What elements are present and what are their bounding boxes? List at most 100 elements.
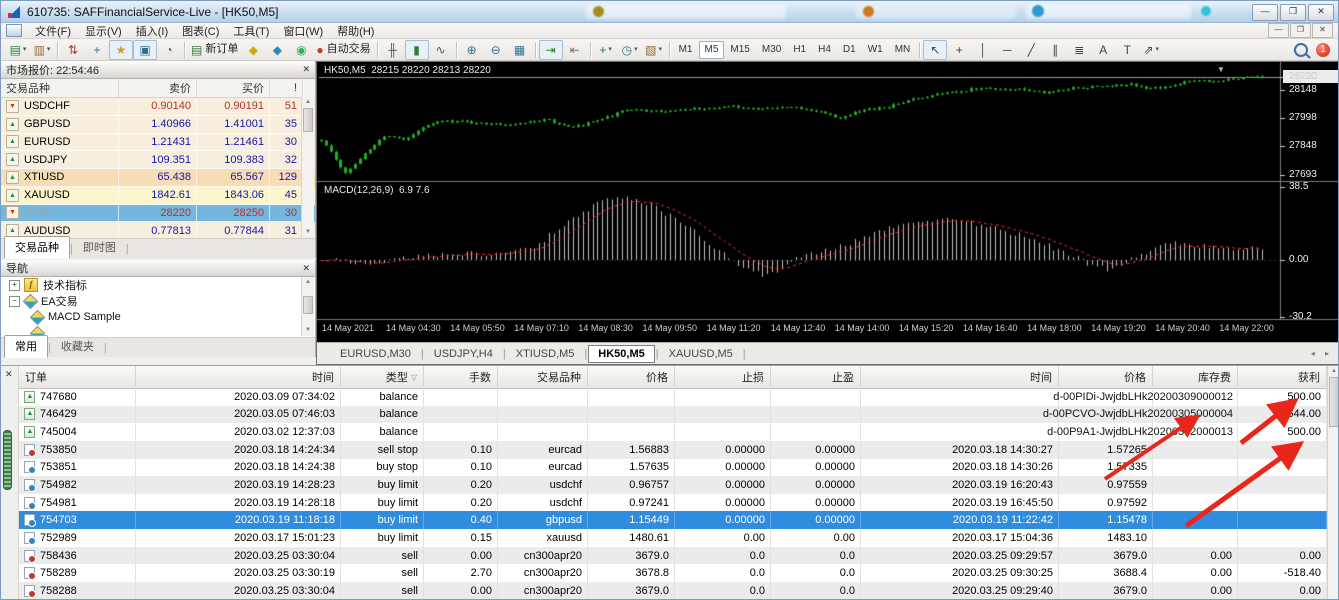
- market-watch-row-gbpusd[interactable]: ▲ GBPUSD 1.40966 1.41001 35: [1, 115, 315, 134]
- market-watch-row-usdchf[interactable]: ▼ USDCHF 0.90140 0.90191 51: [1, 98, 315, 116]
- scrollbar-thumb[interactable]: [303, 108, 313, 132]
- close-icon[interactable]: ✕: [5, 369, 13, 380]
- scroll-up-icon[interactable]: ▲: [1328, 366, 1338, 377]
- order-row-754703[interactable]: 754703 2020.03.19 11:18:18 buy limit 0.40 gb…: [19, 511, 1327, 530]
- order-row-753850[interactable]: 753850 2020.03.18 14:24:34 sell stop 0.10 eu…: [19, 440, 1327, 459]
- metaeditor-button[interactable]: ◆: [241, 40, 265, 60]
- fibonacci-tool[interactable]: ≣: [1067, 40, 1091, 60]
- orders-column-3[interactable]: 类型 ▽: [341, 366, 424, 388]
- order-row-754981[interactable]: 754981 2020.03.19 14:28:18 buy limit 0.20 us…: [19, 493, 1327, 512]
- scroll-down-icon[interactable]: ▼: [302, 227, 314, 238]
- order-row-753851[interactable]: 753851 2020.03.18 14:24:38 buy stop 0.10 eur…: [19, 458, 1327, 477]
- market-watch-button[interactable]: ⇅: [61, 40, 85, 60]
- scroll-up-icon[interactable]: ▲: [302, 277, 314, 288]
- market-watch-row-xauusd[interactable]: ▲ XAUUSD 1842.61 1843.06 45: [1, 186, 315, 205]
- market-watch-tab-1[interactable]: 交易品种: [4, 236, 70, 259]
- orders-scrollbar[interactable]: ▲: [1327, 366, 1338, 599]
- chart-tab-4[interactable]: HK50,M5: [588, 344, 655, 363]
- timeframe-h4-button[interactable]: H4: [812, 41, 837, 59]
- orders-column-8[interactable]: 止盈: [771, 366, 861, 388]
- scrollbar-thumb[interactable]: [1329, 377, 1338, 427]
- panel-drag-handle[interactable]: [3, 430, 12, 490]
- navigator-item-3[interactable]: MACD Sample: [1, 309, 315, 325]
- order-row-758288[interactable]: 758288 2020.03.25 03:30:04 sell 0.00 cn300ap…: [19, 582, 1327, 599]
- templates-button[interactable]: ▧ ▾: [642, 40, 666, 60]
- tile-windows-button[interactable]: ▦: [508, 40, 532, 60]
- order-row-747680[interactable]: 747680 2020.03.09 07:34:02balance 500.00 d-…: [19, 388, 1327, 406]
- navigator-button[interactable]: ★: [109, 39, 133, 60]
- order-row-758436[interactable]: 758436 2020.03.25 03:30:04 sell 0.00 cn300ap…: [19, 546, 1327, 565]
- child-restore-button[interactable]: ❐: [1290, 23, 1311, 38]
- menu-item-7[interactable]: 帮助(H): [330, 23, 381, 39]
- trendline-tool[interactable]: ╱: [1019, 40, 1043, 60]
- autotrading-button[interactable]: ● 自动交易: [313, 40, 373, 60]
- timeframe-m30-button[interactable]: M30: [756, 41, 787, 59]
- navigator-item-1[interactable]: + f 技术指标: [1, 277, 315, 293]
- market-watch-scrollbar[interactable]: ▲ ▼: [301, 97, 314, 238]
- strategy-tester-button[interactable]: ◔: [157, 40, 181, 60]
- new-order-button[interactable]: ▤ 新订单: [188, 40, 241, 60]
- menu-item-1[interactable]: 文件(F): [28, 23, 78, 39]
- timeframe-w1-button[interactable]: W1: [862, 41, 889, 59]
- scroll-down-icon[interactable]: ▼: [302, 325, 314, 336]
- scrollbar-thumb[interactable]: [303, 296, 313, 314]
- vertical-line-tool[interactable]: │: [971, 40, 995, 60]
- orders-column-5[interactable]: 交易品种: [498, 366, 588, 388]
- chart-tab-5[interactable]: XAUUSD,M5: [660, 346, 742, 362]
- cursor-tool[interactable]: ↖: [923, 39, 948, 60]
- scroll-up-icon[interactable]: ▲: [302, 97, 314, 108]
- equidistant-channel-tool[interactable]: ∥: [1043, 40, 1067, 60]
- mw-column-2[interactable]: 卖价: [119, 79, 197, 97]
- menu-item-4[interactable]: 图表(C): [175, 23, 226, 39]
- child-minimize-button[interactable]: —: [1268, 23, 1289, 38]
- close-button[interactable]: ✕: [1308, 4, 1334, 21]
- orders-column-6[interactable]: 价格: [588, 366, 675, 388]
- chart-tab-2[interactable]: USDJPY,H4: [425, 346, 502, 362]
- restore-button[interactable]: ❐: [1280, 4, 1306, 21]
- indicators-button[interactable]: + ▾: [594, 40, 618, 60]
- orders-column-12[interactable]: 获利: [1238, 366, 1327, 388]
- order-row-745004[interactable]: 745004 2020.03.02 12:37:03balance 500.00 d-…: [19, 423, 1327, 441]
- chart-tab-1[interactable]: EURUSD,M30: [331, 346, 420, 362]
- order-row-746429[interactable]: 746429 2020.03.05 07:46:03balance 644.00 d-…: [19, 405, 1327, 424]
- navigator-item-4[interactable]: [1, 325, 315, 337]
- price-chart-canvas[interactable]: [317, 62, 1338, 342]
- orders-column-7[interactable]: 止损: [675, 366, 771, 388]
- orders-column-11[interactable]: 库存费: [1153, 366, 1238, 388]
- navigator-scrollbar[interactable]: ▲ ▼: [301, 277, 314, 336]
- close-icon[interactable]: ✕: [302, 263, 310, 274]
- search-icon[interactable]: [1294, 42, 1308, 57]
- market-watch-tab-2[interactable]: 即时图: [73, 237, 126, 258]
- text-label-tool[interactable]: T: [1115, 40, 1139, 60]
- timeframe-m1-button[interactable]: M1: [673, 41, 699, 59]
- periods-button[interactable]: ◷ ▾: [618, 40, 642, 60]
- tab-scroll-arrows[interactable]: ◂ ▸: [1311, 349, 1333, 358]
- child-close-button[interactable]: ✕: [1312, 23, 1333, 38]
- navigator-header[interactable]: 导航 ✕: [1, 260, 315, 277]
- chart-shift-button[interactable]: ⇤: [563, 40, 587, 60]
- timeframe-d1-button[interactable]: D1: [837, 41, 862, 59]
- orders-column-1[interactable]: 订单: [19, 366, 136, 388]
- crosshair-tool[interactable]: +: [947, 40, 971, 60]
- candle-chart-button[interactable]: ▮: [404, 39, 429, 60]
- bar-chart-button[interactable]: ╫: [381, 40, 405, 60]
- order-row-758289[interactable]: 758289 2020.03.25 03:30:19 sell 2.70 cn300ap…: [19, 564, 1327, 583]
- mw-column-1[interactable]: 交易品种: [1, 79, 119, 97]
- timeframe-m5-button[interactable]: M5: [698, 40, 725, 59]
- market-watch-row-xtiusd[interactable]: ▲ XTIUSD 65.438 65.567 129: [1, 169, 315, 187]
- collapse-minus-icon[interactable]: −: [9, 295, 20, 307]
- text-tool[interactable]: A: [1091, 40, 1115, 60]
- menu-item-3[interactable]: 插入(I): [129, 23, 175, 39]
- zoom-out-button[interactable]: ⊖: [484, 40, 508, 60]
- news-button[interactable]: ◉: [289, 40, 313, 60]
- expand-plus-icon[interactable]: +: [9, 279, 20, 291]
- minimize-button[interactable]: —: [1252, 4, 1278, 21]
- navigator-item-2[interactable]: − EA交易: [1, 293, 315, 309]
- order-row-752989[interactable]: 752989 2020.03.17 15:01:23 buy limit 0.15 xa…: [19, 529, 1327, 547]
- timeframe-mn-button[interactable]: MN: [889, 41, 917, 59]
- data-window-button[interactable]: +: [85, 40, 109, 60]
- orders-column-10[interactable]: 价格: [1059, 366, 1153, 388]
- orders-column-2[interactable]: 时间: [136, 366, 341, 388]
- navigator-tab-2[interactable]: 收藏夹: [51, 336, 104, 357]
- menu-item-5[interactable]: 工具(T): [226, 23, 276, 39]
